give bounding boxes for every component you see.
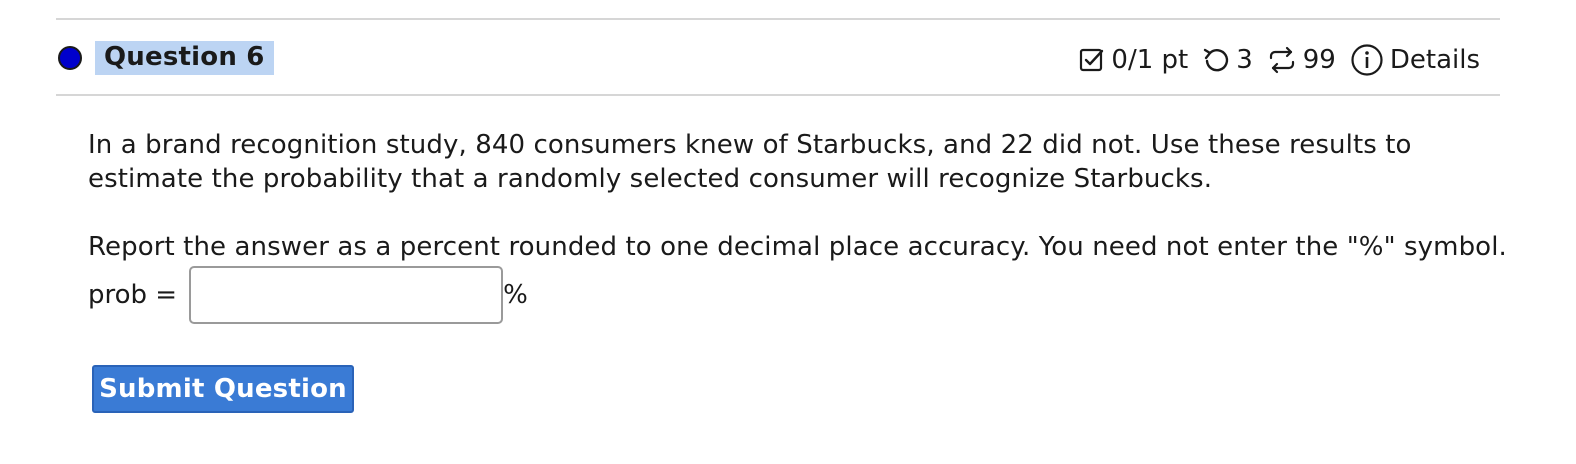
- answer-row: prob = %: [88, 266, 528, 324]
- question-title: Question 6: [95, 41, 274, 75]
- question-header: Question 6: [58, 40, 274, 76]
- score-indicator: 0/1 pt: [1079, 45, 1188, 75]
- answer-input[interactable]: [189, 266, 504, 324]
- header-divider: [56, 94, 1500, 96]
- checkbox-icon: [1079, 47, 1105, 73]
- repeat-icon: [1267, 46, 1297, 74]
- retries-count: 3: [1236, 45, 1253, 75]
- info-icon: [1350, 43, 1384, 77]
- answer-unit: %: [503, 280, 528, 310]
- details-link[interactable]: Details: [1350, 43, 1480, 77]
- score-text: 0/1 pt: [1111, 45, 1189, 75]
- details-label[interactable]: Details: [1390, 45, 1480, 75]
- attempts-count: 99: [1302, 45, 1336, 75]
- status-dot-icon: [58, 46, 82, 70]
- top-divider: [56, 18, 1500, 20]
- question-meta: 0/1 pt 3 99 Details: [1079, 38, 1480, 82]
- undo-icon: [1202, 47, 1230, 73]
- attempts-indicator: 99: [1267, 45, 1336, 75]
- question-instructions: Report the answer as a percent rounded t…: [88, 232, 1507, 262]
- answer-label: prob =: [88, 280, 178, 310]
- submit-question-button[interactable]: Submit Question: [92, 365, 354, 413]
- question-body: In a brand recognition study, 840 consum…: [88, 130, 1412, 194]
- retries-indicator: 3: [1202, 45, 1253, 75]
